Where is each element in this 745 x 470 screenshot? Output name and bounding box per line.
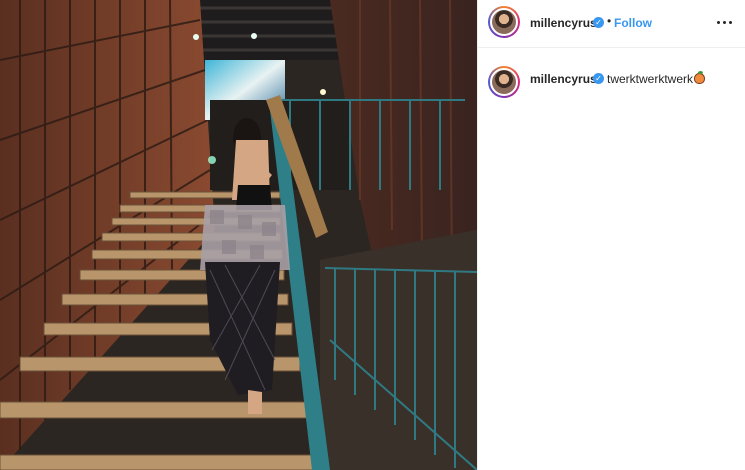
post-header: millencyrus ✓ • Follow (478, 0, 745, 48)
avatar[interactable] (488, 6, 520, 38)
header-username[interactable]: millencyrus (530, 16, 597, 30)
staircase-photo-image (0, 0, 477, 470)
caption-verified-badge-icon: ✓ (593, 73, 604, 84)
caption-avatar-image (490, 68, 518, 96)
more-options-icon[interactable] (714, 12, 734, 32)
caption-text: twerktwerktwerk (607, 72, 694, 86)
caption-avatar[interactable] (488, 66, 520, 98)
more-dot (728, 20, 732, 24)
verified-badge-icon: ✓ (593, 17, 604, 28)
instagram-post: millencyrus ✓ • Follow millencyrus ✓ twe… (0, 0, 745, 470)
avatar-image (490, 8, 518, 36)
post-sidebar: millencyrus ✓ • Follow millencyrus ✓ twe… (477, 0, 745, 470)
post-photo[interactable] (0, 0, 477, 470)
peach-emoji-icon (694, 71, 706, 84)
caption-comment: millencyrus ✓ twerktwerktwerk (478, 60, 745, 100)
more-dot (716, 20, 720, 24)
caption-text-wrapper: twerktwerktwerk (607, 71, 706, 86)
more-dot (722, 20, 726, 24)
caption-username[interactable]: millencyrus (530, 72, 597, 86)
header-separator: • (607, 14, 612, 28)
follow-button[interactable]: Follow (614, 16, 652, 30)
